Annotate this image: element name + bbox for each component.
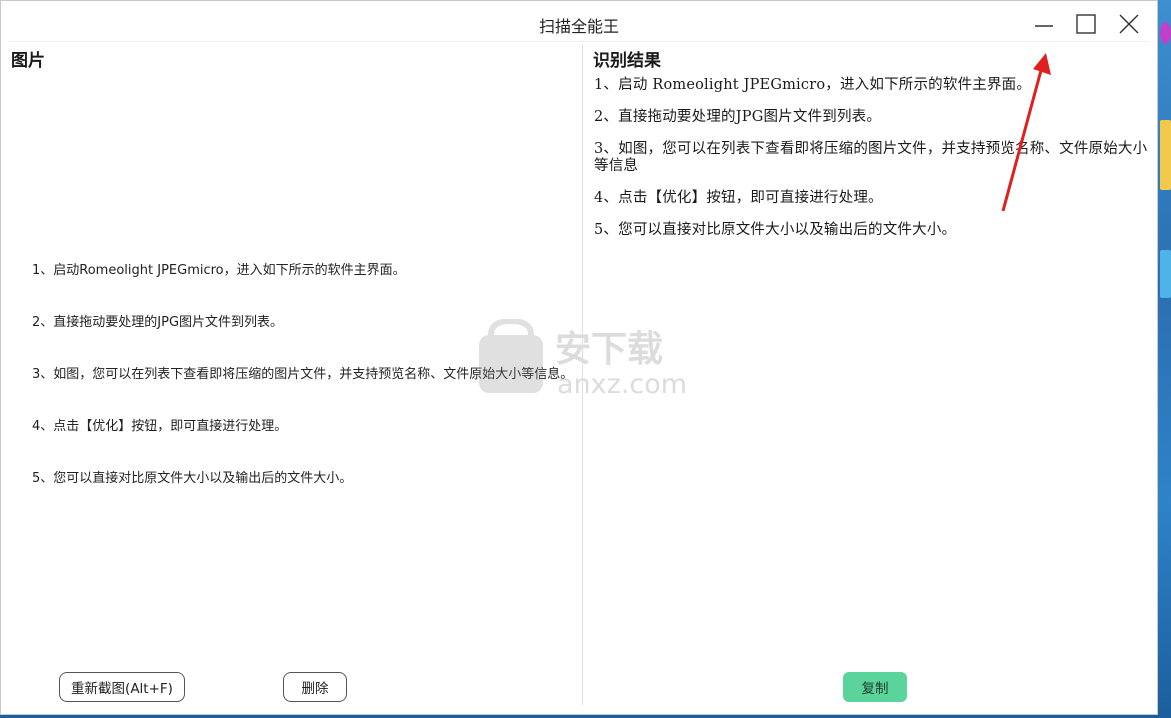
minimize-button[interactable]	[1029, 9, 1059, 39]
maximize-button[interactable]	[1071, 9, 1101, 39]
desktop-icon	[1160, 120, 1171, 190]
result-line: 1、启动 Romeolight JPEGmicro，进入如下所示的软件主界面。	[594, 77, 1032, 93]
result-line: 4、点击【优化】按钮，即可直接进行处理。	[594, 190, 883, 206]
result-panel-heading: 识别结果	[593, 51, 661, 71]
preview-text-line: 1、启动Romeolight JPEGmicro，进入如下所示的软件主界面。	[32, 263, 406, 278]
title-bar: 扫描全能王	[1, 1, 1157, 45]
preview-text-line: 4、点击【优化】按钮，即可直接进行处理。	[32, 419, 288, 434]
watermark-en-text: anxz.com	[557, 369, 687, 399]
close-button[interactable]	[1114, 9, 1144, 39]
result-line: 5、您可以直接对比原文件大小以及输出后的文件大小。	[594, 222, 957, 238]
app-window: 扫描全能王 图片 1、启动Romeolight JPEGmicro，进入如下所示…	[0, 0, 1158, 715]
desktop-edge	[1158, 0, 1171, 718]
image-panel-heading: 图片	[11, 51, 45, 71]
desktop-icon	[1160, 22, 1171, 44]
copy-button[interactable]: 复制	[843, 672, 907, 702]
preview-text-line: 5、您可以直接对比原文件大小以及输出后的文件大小。	[32, 471, 353, 486]
pane-divider	[582, 45, 583, 705]
minimize-icon	[1035, 25, 1053, 27]
recognition-result-text[interactable]: 1、启动 Romeolight JPEGmicro，进入如下所示的软件主界面。 …	[594, 77, 1150, 254]
title-separator	[9, 41, 1149, 42]
preview-text-line: 2、直接拖动要处理的JPG图片文件到列表。	[32, 315, 284, 330]
result-line: 3、如图，您可以在列表下查看即将压缩的图片文件，并支持预览名称、文件原始大小等信…	[594, 141, 1148, 174]
window-title: 扫描全能王	[538, 17, 619, 36]
result-line: 2、直接拖动要处理的JPG图片文件到列表。	[594, 109, 882, 125]
maximize-icon	[1076, 14, 1096, 34]
preview-text-line: 3、如图，您可以在列表下查看即将压缩的图片文件，并支持预览名称、文件原始大小等信…	[32, 367, 574, 382]
rescreenshot-button[interactable]: 重新截图(Alt+F)	[59, 672, 185, 702]
desktop-icon	[1160, 250, 1171, 298]
delete-button[interactable]: 删除	[283, 672, 347, 702]
screenshot-preview: 1、启动Romeolight JPEGmicro，进入如下所示的软件主界面。 2…	[11, 73, 576, 663]
close-icon	[1119, 14, 1139, 34]
